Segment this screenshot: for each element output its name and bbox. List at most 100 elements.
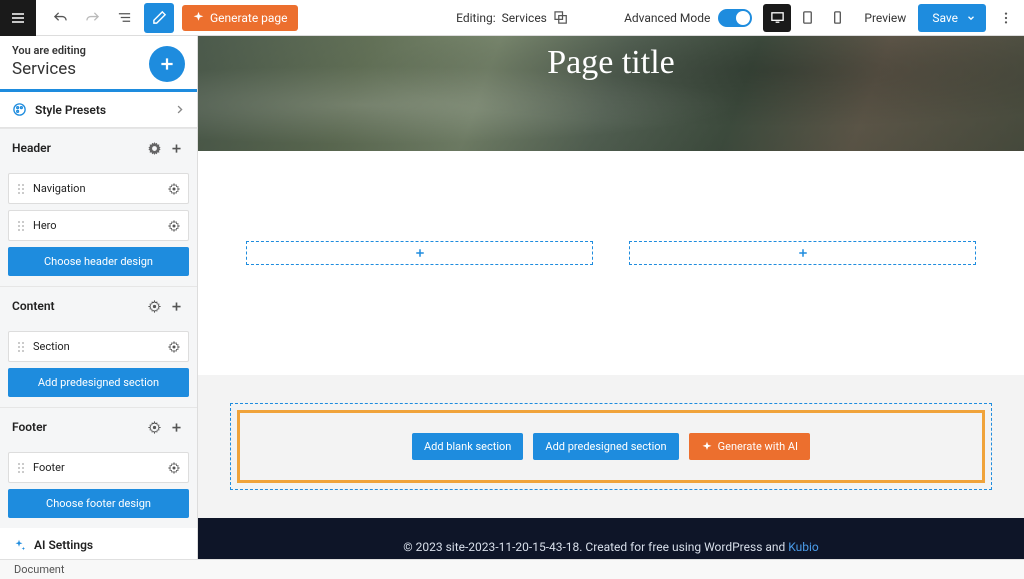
more-options-button[interactable] — [992, 4, 1020, 32]
header-settings-button[interactable] — [145, 139, 163, 157]
undo-button[interactable] — [46, 4, 74, 32]
section-columns[interactable] — [198, 151, 1024, 375]
choose-footer-design-button[interactable]: Choose footer design — [8, 489, 189, 518]
header-add-button[interactable] — [167, 139, 185, 157]
content-settings-button[interactable] — [145, 297, 163, 315]
advanced-mode-toggle[interactable] — [718, 9, 752, 27]
generate-ai-label: Generate with AI — [718, 440, 798, 453]
content-add-button[interactable] — [167, 297, 185, 315]
hero-block[interactable]: Page title — [198, 36, 1024, 151]
editing-prefix: Editing: — [456, 11, 496, 25]
style-presets-row[interactable]: Style Presets — [0, 92, 197, 128]
undo-icon — [53, 10, 68, 25]
sparkle-icon — [192, 11, 205, 24]
redo-button[interactable] — [78, 4, 106, 32]
item-label: Navigation — [33, 182, 86, 195]
item-label: Hero — [33, 219, 57, 232]
insert-section-area: Add blank section Add predesigned sectio… — [198, 375, 1024, 518]
hero-title[interactable]: Page title — [547, 44, 674, 82]
desktop-icon — [770, 10, 785, 25]
outline-button[interactable] — [110, 4, 138, 32]
device-desktop-button[interactable] — [763, 4, 791, 32]
item-settings-button[interactable] — [168, 220, 180, 232]
item-settings-button[interactable] — [168, 183, 180, 195]
add-predesigned-section-button[interactable]: Add predesigned section — [8, 368, 189, 397]
gear-icon — [148, 421, 161, 434]
add-blank-label: Add blank section — [424, 440, 511, 453]
plus-icon — [170, 421, 183, 434]
footer-add-button[interactable] — [167, 418, 185, 436]
header-item-navigation[interactable]: Navigation — [8, 173, 189, 204]
editing-indicator: Editing: Services — [456, 10, 568, 25]
chevron-down-icon — [966, 13, 976, 23]
main-menu-button[interactable] — [0, 0, 36, 36]
editor-canvas[interactable]: Page title Add blank section Add predesi… — [198, 36, 1024, 559]
sparkle-icon — [701, 441, 713, 453]
drag-handle-icon — [17, 220, 25, 232]
column-add-slot-left[interactable] — [246, 241, 593, 265]
generate-with-ai-button[interactable]: Generate with AI — [689, 433, 810, 460]
header-section-header: Header — [0, 128, 197, 167]
ai-settings-row[interactable]: AI Settings — [0, 528, 197, 559]
gear-icon — [168, 183, 180, 195]
add-blank-section-button[interactable]: Add blank section — [412, 433, 523, 460]
device-mobile-button[interactable] — [823, 4, 851, 32]
insert-dropzone[interactable]: Add blank section Add predesigned sectio… — [230, 403, 992, 490]
breadcrumb[interactable]: Document — [14, 563, 64, 576]
save-button[interactable]: Save — [918, 4, 986, 32]
item-settings-button[interactable] — [168, 341, 180, 353]
generate-page-button[interactable]: Generate page — [182, 5, 298, 31]
item-label: Section — [33, 340, 70, 353]
left-sidebar: You are editing Services Style Presets H… — [0, 36, 198, 559]
content-section-title: Content — [12, 299, 55, 313]
drag-handle-icon — [17, 341, 25, 353]
gear-icon — [168, 220, 180, 232]
you-are-editing-panel: You are editing Services — [0, 36, 197, 92]
footer-item-footer[interactable]: Footer — [8, 452, 189, 483]
footer-section-body: Footer Choose footer design — [0, 446, 197, 528]
header-section-body: Navigation Hero Choose header design — [0, 167, 197, 286]
item-label: Footer — [33, 461, 65, 474]
plus-icon — [170, 142, 183, 155]
redo-icon — [85, 10, 100, 25]
gear-icon — [148, 142, 161, 155]
gear-icon — [168, 341, 180, 353]
footer-section-header: Footer — [0, 407, 197, 446]
generate-page-label: Generate page — [210, 11, 288, 25]
advanced-mode-label: Advanced Mode — [624, 11, 710, 25]
preview-link[interactable]: Preview — [864, 11, 906, 25]
top-toolbar: Generate page Editing: Services Advanced… — [0, 0, 1024, 36]
ai-settings-label: AI Settings — [34, 538, 93, 552]
add-predesigned-label: Add predesigned section — [545, 440, 666, 453]
item-settings-button[interactable] — [168, 462, 180, 474]
page-swap-icon[interactable] — [553, 10, 568, 25]
header-item-hero[interactable]: Hero — [8, 210, 189, 241]
editing-value: Services — [502, 11, 547, 25]
device-tablet-button[interactable] — [793, 4, 821, 32]
plus-icon — [170, 300, 183, 313]
palette-icon — [12, 102, 27, 117]
dots-vertical-icon — [999, 11, 1013, 25]
drag-handle-icon — [17, 183, 25, 195]
footer-section-title: Footer — [12, 420, 47, 434]
footer-text: © 2023 site-2023-11-20-15-43-18. Created… — [403, 540, 788, 554]
footer-settings-button[interactable] — [145, 418, 163, 436]
style-presets-label: Style Presets — [35, 103, 106, 117]
content-section-header: Content — [0, 286, 197, 325]
status-bar: Document — [0, 559, 1024, 579]
content-item-section[interactable]: Section — [8, 331, 189, 362]
page-footer-block[interactable]: © 2023 site-2023-11-20-15-43-18. Created… — [198, 518, 1024, 559]
plus-icon — [797, 247, 809, 259]
gear-icon — [168, 462, 180, 474]
edit-mode-button[interactable] — [144, 3, 174, 33]
drag-handle-icon — [17, 462, 25, 474]
choose-header-design-button[interactable]: Choose header design — [8, 247, 189, 276]
add-block-fab[interactable] — [149, 46, 185, 82]
tablet-icon — [800, 10, 815, 25]
footer-link[interactable]: Kubio — [788, 540, 819, 554]
column-add-slot-right[interactable] — [629, 241, 976, 265]
outline-icon — [117, 10, 132, 25]
save-label: Save — [932, 11, 958, 25]
add-predesigned-section-canvas-button[interactable]: Add predesigned section — [533, 433, 678, 460]
gear-icon — [148, 300, 161, 313]
